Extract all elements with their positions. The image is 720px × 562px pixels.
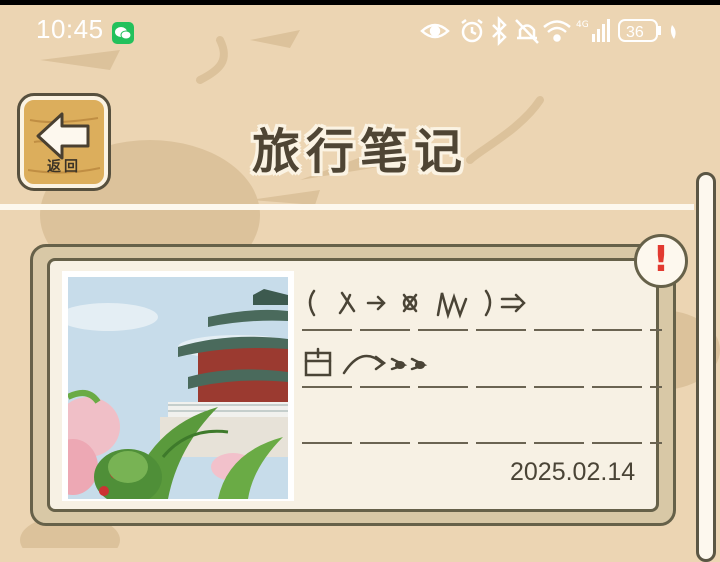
signal-icon: 4G [576,19,610,42]
note-text-lines [302,289,662,444]
bluetooth-icon [492,16,507,46]
eye-icon [420,23,450,39]
pavilion-illustration [68,277,288,499]
status-time: 10:45 [36,14,104,44]
battery-icon: 36 [618,19,676,42]
page-title: 旅行笔记 [251,124,468,180]
header-divider [0,204,694,210]
note-date: 2025.02.14 [510,458,636,486]
wifi-icon [543,20,571,42]
screen-top-edge [0,0,720,5]
alarm-icon [461,19,483,43]
mute-icon [515,19,539,44]
status-icons: 4G 36 [420,16,676,46]
alert-icon[interactable]: ! [634,234,688,288]
travel-photo [62,271,294,501]
status-bar: 10:45 4G 36 [0,8,720,48]
scrollbar[interactable] [696,172,716,562]
travel-note-card-inner: 2025.02.14 [47,258,662,512]
svg-text:4G: 4G [576,20,589,30]
svg-text:36: 36 [626,24,644,41]
back-button[interactable]: 返回 [17,93,111,191]
travel-note-card[interactable]: 2025.02.14 [30,244,676,526]
alert-mark: ! [652,239,670,280]
wechat-icon [112,22,134,44]
back-button-label: 返回 [47,159,81,175]
